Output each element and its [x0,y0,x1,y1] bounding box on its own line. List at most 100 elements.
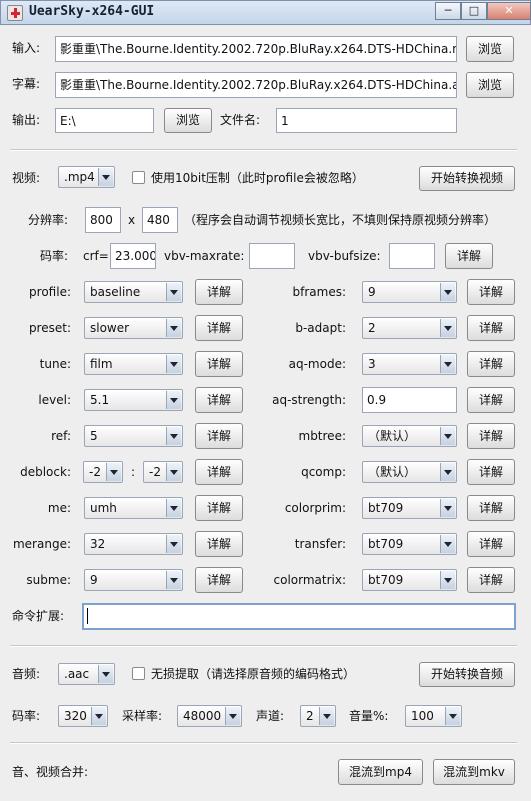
merange-detail-button[interactable]: 详解 [195,531,243,557]
start-video-button[interactable]: 开始转换视频 [419,166,515,191]
resolution-note: （程序会自动调节视频长宽比，不填则保持原视频分辨率） [184,213,497,227]
output-dir-field[interactable]: E:\ [55,108,154,133]
deblock-beta-select[interactable]: -2 [143,461,183,483]
chevron-down-icon [166,355,181,373]
colorprim-label: colorprim: [284,501,346,515]
output-label: 输出: [12,113,41,127]
channels-select[interactable]: 2 [300,705,336,727]
bframes-detail-button[interactable]: 详解 [467,279,515,305]
profile-select[interactable]: baseline [84,281,183,303]
preset-detail-button[interactable]: 详解 [195,315,243,341]
crf-label: crf= [83,249,109,263]
start-audio-button[interactable]: 开始转换音频 [419,662,515,687]
output-browse-button[interactable]: 浏览 [164,108,212,133]
samplerate-label: 采样率: [122,709,163,723]
channels-label: 声道: [256,709,285,723]
ref-label: ref: [51,429,71,443]
chevron-down-icon [440,319,455,337]
audio-bitrate-select[interactable]: 320 [58,705,108,727]
resolution-x: x [128,213,136,227]
input-path-field[interactable]: 影重重\The.Bourne.Identity.2002.720p.BluRay… [55,36,457,62]
ref-select[interactable]: 5 [84,425,183,447]
colormatrix-detail-button[interactable]: 详解 [467,567,515,593]
qcomp-select[interactable]: （默认） [362,461,457,483]
tenbit-checkbox[interactable] [132,171,145,184]
tune-detail-button[interactable]: 详解 [195,351,243,377]
merange-label: merange: [12,537,71,551]
bframes-select[interactable]: 9 [362,281,457,303]
cmd-ext-label: 命令扩展: [12,609,65,623]
maximize-button[interactable]: □ [461,2,487,20]
colorprim-select[interactable]: bt709 [362,497,457,519]
subme-select[interactable]: 9 [84,569,183,591]
chevron-down-icon [319,707,334,725]
transfer-detail-button[interactable]: 详解 [467,531,515,557]
deblock-detail-button[interactable]: 详解 [195,459,243,485]
title-bar[interactable]: UearSky-x264-GUI ─ □ ✕ [0,0,531,25]
tune-select[interactable]: film [84,353,183,375]
vbv-bufsize-field[interactable] [389,243,435,269]
height-field[interactable]: 480 [142,207,178,233]
colormatrix-select[interactable]: bt709 [362,569,457,591]
tune-label: tune: [39,357,71,371]
profile-detail-button[interactable]: 详解 [195,279,243,305]
level-detail-button[interactable]: 详解 [195,387,243,413]
crf-field[interactable]: 23.000 [110,243,156,269]
lossless-label: 无损提取（请选择原音频的编码格式） [151,667,356,681]
cmd-ext-field[interactable] [82,603,516,630]
preset-select[interactable]: slower [84,317,183,339]
transfer-select[interactable]: bt709 [362,533,457,555]
level-select[interactable]: 5.1 [84,389,183,411]
volume-select[interactable]: 100 [405,705,462,727]
mbtree-label: mbtree: [298,429,347,443]
aq-strength-field[interactable]: 0.9 [362,387,457,413]
lossless-checkbox[interactable] [132,667,145,680]
merange-select[interactable]: 32 [84,533,183,555]
me-label: me: [47,501,71,515]
qcomp-label: qcomp: [301,465,346,479]
b-adapt-detail-button[interactable]: 详解 [467,315,515,341]
separator-bottom [10,742,517,744]
subme-label: subme: [26,573,71,587]
video-format-select[interactable]: .mp4 [58,166,115,188]
chevron-down-icon [440,283,455,301]
aq-mode-detail-button[interactable]: 详解 [467,351,515,377]
mux-mkv-button[interactable]: 混流到mkv [433,759,515,785]
colorprim-detail-button[interactable]: 详解 [467,495,515,521]
resolution-label: 分辨率: [28,213,69,227]
b-adapt-label: b-adapt: [295,321,346,335]
filename-field[interactable]: 1 [276,108,457,133]
text-cursor [87,608,88,624]
vbv-maxrate-field[interactable] [249,243,295,269]
aq-mode-select[interactable]: 3 [362,353,457,375]
close-button[interactable]: ✕ [487,2,531,20]
audio-format-select[interactable]: .aac [58,663,115,685]
mbtree-detail-button[interactable]: 详解 [467,423,515,449]
input-browse-button[interactable]: 浏览 [466,36,514,62]
me-select[interactable]: umh [84,497,183,519]
ref-detail-button[interactable]: 详解 [195,423,243,449]
aq-strength-label: aq-strength: [272,393,346,407]
samplerate-select[interactable]: 48000 [177,705,242,727]
me-detail-button[interactable]: 详解 [195,495,243,521]
profile-label: profile: [29,285,71,299]
chevron-down-icon [166,391,181,409]
video-label: 视频: [12,171,41,185]
qcomp-detail-button[interactable]: 详解 [467,459,515,485]
chevron-down-icon [440,571,455,589]
b-adapt-select[interactable]: 2 [362,317,457,339]
aq-strength-detail-button[interactable]: 详解 [467,387,515,413]
mux-mp4-button[interactable]: 混流到mp4 [338,759,423,785]
subtitle-browse-button[interactable]: 浏览 [466,72,514,98]
chevron-down-icon [166,283,181,301]
chevron-down-icon [166,535,181,553]
minimize-button[interactable]: ─ [435,2,461,20]
subtitle-path-field[interactable]: 影重重\The.Bourne.Identity.2002.720p.BluRay… [55,72,457,98]
subme-detail-button[interactable]: 详解 [195,567,243,593]
mbtree-select[interactable]: （默认） [362,425,457,447]
deblock-alpha-select[interactable]: -2 [83,461,123,483]
audio-bitrate-label: 码率: [12,709,41,723]
ratecontrol-detail-button[interactable]: 详解 [445,243,493,269]
subtitle-label: 字幕: [12,77,41,91]
width-field[interactable]: 800 [85,207,121,233]
